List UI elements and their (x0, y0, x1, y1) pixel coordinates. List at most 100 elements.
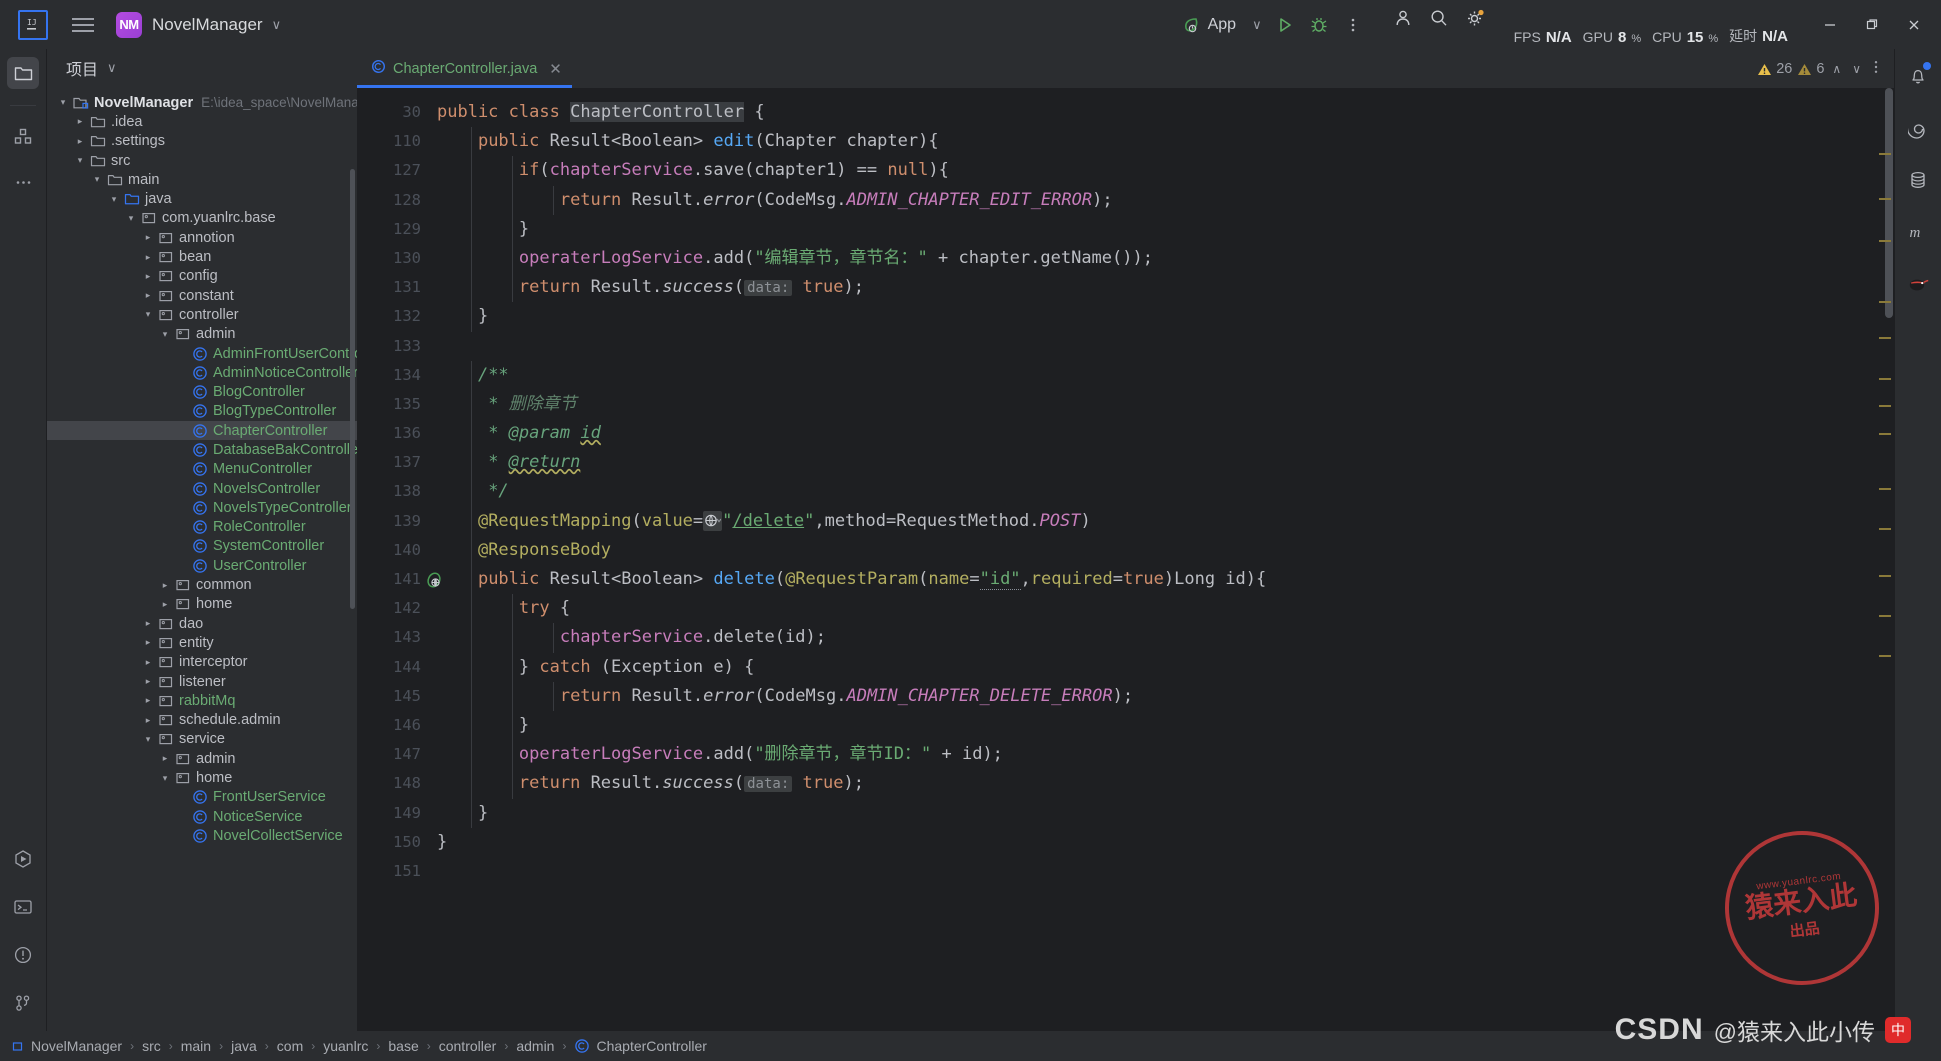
tree-node-home[interactable]: ▾ home (47, 768, 357, 787)
code-line[interactable]: return Result.error(CodeMsg.ADMIN_CHAPTE… (429, 185, 1872, 215)
structure-tool-icon[interactable] (7, 120, 39, 152)
tree-node-novelmanager[interactable]: ▾ NovelManager E:\idea_space\NovelManager (47, 93, 357, 112)
spiral-icon[interactable] (1901, 111, 1935, 145)
chevron-right-icon[interactable]: ▸ (140, 252, 156, 263)
tree-node--settings[interactable]: ▸ .settings (47, 132, 357, 151)
gear-icon[interactable] (1458, 2, 1492, 34)
code-line[interactable]: } (429, 828, 1872, 857)
code-line[interactable]: if(chapterService.save(chapter1) == null… (429, 156, 1872, 186)
chevron-down-icon[interactable]: ▾ (123, 213, 139, 224)
project-tree[interactable]: ▾NovelManagerE:\idea_space\NovelManager ▸… (47, 87, 357, 1031)
tree-node-annotion[interactable]: ▸ annotion (47, 228, 357, 247)
line-number[interactable]: 132 (357, 302, 429, 331)
line-number[interactable]: 30 (357, 98, 429, 127)
line-number[interactable]: 136 (357, 419, 429, 448)
line-number[interactable]: 128 (357, 186, 429, 215)
chevron-down-icon[interactable]: ▾ (55, 97, 71, 108)
close-button[interactable] (1893, 0, 1935, 49)
chevron-right-icon[interactable]: ▸ (140, 676, 156, 687)
tree-node-adminfrontusercontroller[interactable]: AdminFrontUserController (47, 344, 357, 363)
line-number[interactable]: 140 (357, 536, 429, 565)
maximize-button[interactable] (1851, 0, 1893, 49)
terminal-tool-icon[interactable] (7, 891, 39, 923)
tree-node-com-yuanlrc-base[interactable]: ▾ com.yuanlrc.base (47, 209, 357, 228)
chevron-right-icon[interactable]: ▸ (157, 580, 173, 591)
line-number[interactable]: 130 (357, 244, 429, 273)
notifications-bell-icon[interactable] (1901, 59, 1935, 93)
code-line[interactable]: } (429, 710, 1872, 741)
tree-node-novelscontroller[interactable]: NovelsController (47, 479, 357, 498)
previous-problem-icon[interactable]: ∧ (1829, 62, 1844, 76)
search-icon[interactable] (1422, 2, 1456, 34)
tree-node-novelstypecontroller[interactable]: NovelsTypeController (47, 498, 357, 517)
code-line[interactable]: public Result<Boolean> edit(Chapter chap… (429, 127, 1872, 157)
main-menu-icon[interactable] (68, 10, 98, 40)
line-number[interactable]: 141 (357, 565, 441, 594)
breadcrumb-item-yuanlrc[interactable]: yuanlrc (323, 1038, 368, 1054)
line-number[interactable]: 137 (357, 448, 429, 477)
code-line[interactable]: } (429, 798, 1872, 828)
line-number[interactable]: 139 (357, 507, 429, 536)
chevron-right-icon[interactable]: ▸ (157, 599, 173, 610)
run-config-chevron-down-icon[interactable]: ∨ (1252, 17, 1262, 33)
tree-node-blogtypecontroller[interactable]: BlogTypeController (47, 402, 357, 421)
code-line[interactable]: return Result.success(data: true); (429, 769, 1872, 799)
breadcrumb-item-main[interactable]: main (181, 1038, 211, 1054)
tree-node-constant[interactable]: ▸ constant (47, 286, 357, 305)
chevron-down-icon[interactable]: ▾ (89, 174, 105, 185)
tree-node-admin[interactable]: ▸ admin (47, 749, 357, 768)
tree-node-schedule-admin[interactable]: ▸ schedule.admin (47, 711, 357, 730)
line-number[interactable]: 110 (357, 127, 429, 156)
tree-node-service[interactable]: ▾ service (47, 730, 357, 749)
breadcrumb-item-src[interactable]: src (142, 1038, 161, 1054)
line-number[interactable]: 151 (357, 857, 429, 886)
line-number[interactable]: 150 (357, 828, 429, 857)
project-chevron-down-icon[interactable]: ∨ (272, 17, 282, 33)
code-content[interactable]: public class ChapterController { public … (429, 88, 1872, 1031)
code-line[interactable]: public class ChapterController { (429, 98, 1872, 127)
inspection-widget[interactable]: 26 6 ∧ ∨ (1757, 61, 1864, 77)
code-line[interactable]: operaterLogService.add("删除章节，章节ID：" + id… (429, 740, 1872, 770)
breadcrumb-item-java[interactable]: java (231, 1038, 257, 1054)
tree-node-java[interactable]: ▾ java (47, 189, 357, 208)
breadcrumb-item-controller[interactable]: controller (439, 1038, 497, 1054)
chevron-right-icon[interactable]: ▸ (140, 695, 156, 706)
line-number[interactable]: 142 (357, 594, 429, 623)
code-line[interactable]: /** (429, 360, 1872, 390)
close-icon[interactable]: ✕ (549, 60, 562, 78)
project-tool-icon[interactable] (7, 57, 39, 89)
database-icon[interactable] (1901, 163, 1935, 197)
code-line[interactable] (429, 332, 1872, 361)
line-number[interactable]: 145 (357, 682, 429, 711)
code-line[interactable]: try { (429, 594, 1872, 624)
tree-node-rabbitmq[interactable]: ▸ rabbitMq (47, 691, 357, 710)
tree-node-usercontroller[interactable]: UserController (47, 556, 357, 575)
code-line[interactable]: return Result.error(CodeMsg.ADMIN_CHAPTE… (429, 681, 1872, 711)
next-problem-icon[interactable]: ∨ (1849, 62, 1864, 76)
chevron-down-icon[interactable]: ▾ (140, 734, 156, 745)
code-line[interactable]: chapterService.delete(id); (429, 623, 1872, 653)
chevron-down-icon[interactable]: ▾ (140, 309, 156, 320)
tree-node-bean[interactable]: ▸ bean (47, 247, 357, 266)
code-line[interactable]: } (429, 214, 1872, 244)
line-number[interactable]: 144 (357, 653, 429, 682)
chevron-right-icon[interactable]: ▸ (140, 618, 156, 629)
tree-node-entity[interactable]: ▸ entity (47, 633, 357, 652)
tree-node-rolecontroller[interactable]: RoleController (47, 518, 357, 537)
breadcrumb-item-novelmanager[interactable]: NovelManager (12, 1038, 122, 1054)
code-line[interactable]: return Result.success(data: true); (429, 273, 1872, 303)
line-number[interactable]: 133 (357, 332, 429, 361)
tree-node-listener[interactable]: ▸ listener (47, 672, 357, 691)
chevron-right-icon[interactable]: ▸ (140, 290, 156, 301)
tree-node-common[interactable]: ▸ common (47, 575, 357, 594)
tree-node-src[interactable]: ▾ src (47, 151, 357, 170)
breadcrumb-item-com[interactable]: com (277, 1038, 303, 1054)
line-number[interactable]: 134 (357, 361, 429, 390)
tree-node-chaptercontroller[interactable]: ChapterController (47, 421, 357, 441)
code-line[interactable]: public Result<Boolean> delete(@RequestPa… (429, 565, 1872, 595)
code-line[interactable]: } catch (Exception e) { (429, 652, 1872, 682)
tree-node-novelcollectservice[interactable]: NovelCollectService (47, 826, 357, 845)
problems-tool-icon[interactable] (7, 939, 39, 971)
chevron-right-icon[interactable]: ▸ (140, 232, 156, 243)
tree-node-dao[interactable]: ▸ dao (47, 614, 357, 633)
